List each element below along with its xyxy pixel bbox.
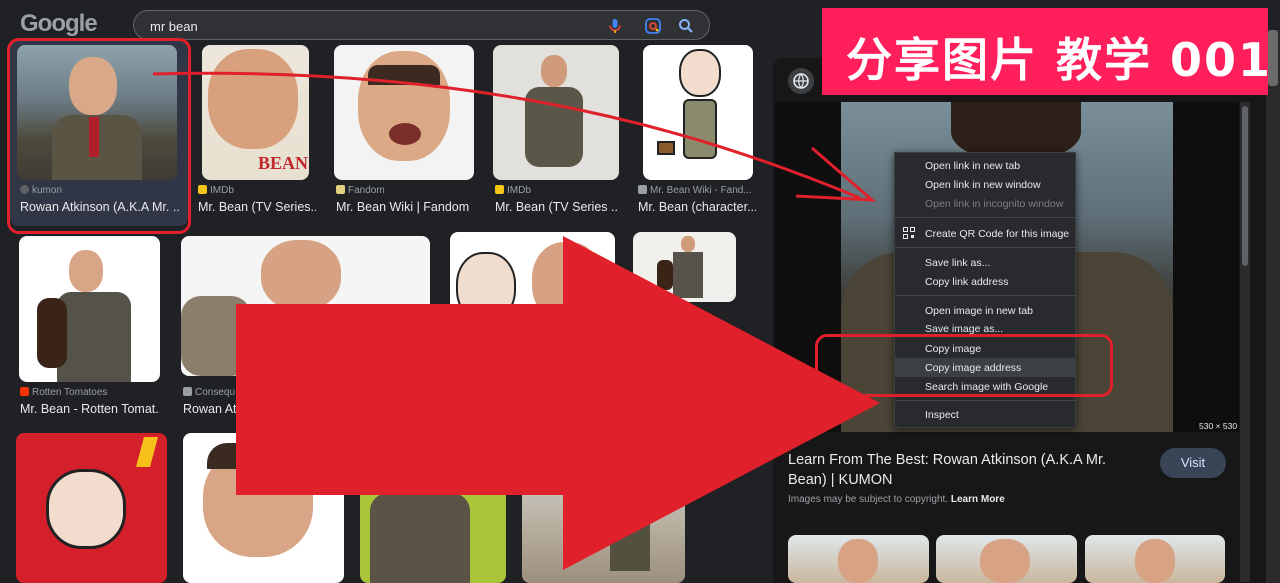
- menu-open-image-new-tab[interactable]: Open image in new tab: [925, 305, 1033, 317]
- result-image[interactable]: [19, 236, 160, 382]
- preview-title[interactable]: Learn From The Best: Rowan Atkinson (A.K…: [788, 450, 1138, 490]
- result-image[interactable]: [493, 45, 619, 180]
- result-image[interactable]: [450, 232, 615, 382]
- menu-copy-link-address[interactable]: Copy link address: [925, 276, 1008, 288]
- lens-search-icon[interactable]: [790, 400, 810, 418]
- copyright-notice: Images may be subject to copyright. Lear…: [788, 494, 1005, 505]
- result-source: IMDb: [198, 185, 234, 196]
- search-box[interactable]: [133, 10, 710, 40]
- qr-code-icon: [903, 227, 915, 239]
- result-image[interactable]: [16, 433, 167, 583]
- menu-create-qr-code[interactable]: Create QR Code for this image: [925, 228, 1069, 240]
- menu-separator: [895, 247, 1075, 248]
- search-icon[interactable]: [677, 17, 695, 35]
- panel-scrollbar-thumb[interactable]: [1242, 106, 1248, 266]
- result-image[interactable]: [181, 236, 430, 376]
- menu-separator: [895, 217, 1075, 218]
- google-logo[interactable]: Google: [20, 10, 98, 38]
- result-source: Rotten Tomatoes: [20, 387, 107, 398]
- result-image[interactable]: [183, 433, 344, 583]
- visit-button[interactable]: Visit: [1160, 448, 1226, 478]
- related-image[interactable]: [788, 535, 929, 583]
- image-dimensions: 530 × 530: [1199, 421, 1238, 431]
- page-scrollbar[interactable]: [1266, 30, 1280, 583]
- result-title[interactable]: Mr. Bean Wiki | Fandom: [336, 200, 476, 214]
- highlight-box-result: [7, 38, 191, 234]
- globe-icon[interactable]: [788, 68, 814, 94]
- result-title[interactable]: Mr. Bean - Rotten Tomat...: [20, 402, 160, 416]
- result-image[interactable]: [360, 433, 506, 583]
- result-source: IMDb: [495, 185, 531, 196]
- menu-open-link-new-tab[interactable]: Open link in new tab: [925, 160, 1020, 172]
- mic-icon[interactable]: [606, 17, 624, 35]
- related-image[interactable]: [936, 535, 1077, 583]
- result-image[interactable]: BEAN: [202, 45, 309, 180]
- result-source: Mr. Bean Wiki - Fand...: [638, 185, 752, 196]
- menu-open-link-incognito[interactable]: Open link in incognito window: [925, 198, 1063, 210]
- learn-more-link[interactable]: Learn More: [951, 494, 1005, 505]
- lens-icon[interactable]: [644, 17, 662, 35]
- result-image[interactable]: [522, 433, 685, 583]
- result-title[interactable]: Mr. Bean (TV Series ...: [495, 200, 619, 214]
- menu-open-link-new-window[interactable]: Open link in new window: [925, 179, 1041, 191]
- result-source: Fandom: [336, 185, 385, 196]
- result-image[interactable]: [633, 232, 736, 302]
- related-image[interactable]: [1085, 535, 1225, 583]
- bean-caption: BEAN: [258, 153, 309, 173]
- result-image[interactable]: [643, 45, 753, 180]
- menu-separator: [895, 400, 1075, 401]
- banner-text: 分享图片 教学 001: [846, 33, 1273, 87]
- menu-save-link-as[interactable]: Save link as...: [925, 257, 990, 269]
- menu-separator: [895, 295, 1075, 296]
- result-title[interactable]: Mr. Bean (character...: [638, 200, 756, 214]
- highlight-box-menu: [815, 334, 1113, 397]
- result-title[interactable]: Rowan Atk: [183, 402, 243, 416]
- result-title[interactable]: Mr. Bean (TV Series...: [198, 200, 316, 214]
- result-image[interactable]: [334, 45, 474, 180]
- result-source: Consequ: [183, 387, 235, 398]
- menu-inspect[interactable]: Inspect: [925, 409, 959, 421]
- tutorial-banner: 分享图片 教学 001: [822, 8, 1270, 95]
- search-input[interactable]: [150, 17, 590, 35]
